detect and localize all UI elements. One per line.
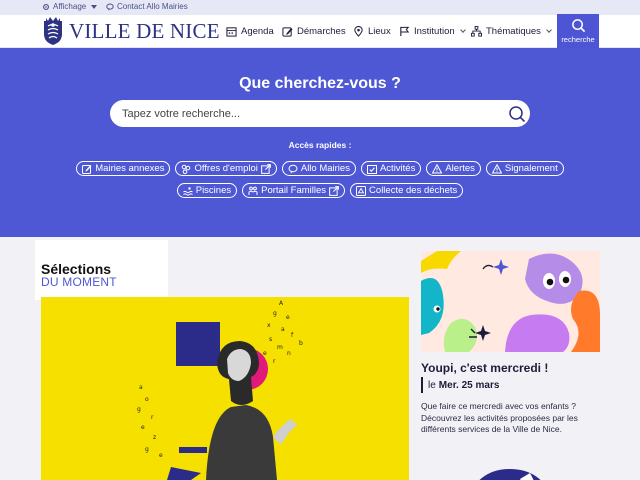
- chat-icon: [106, 3, 114, 11]
- warning-icon: [491, 163, 502, 173]
- search-button-label: recherche: [561, 35, 595, 44]
- contact-label: Contact Allo Mairies: [117, 2, 188, 11]
- svg-text:g: g: [137, 406, 141, 413]
- recycle-icon: [356, 185, 367, 196]
- nav-thematiques[interactable]: Thématiques: [471, 15, 552, 48]
- chip-label: Mairies annexes: [95, 163, 165, 174]
- search-icon: [508, 105, 525, 122]
- featured-article-image[interactable]: Age xas fme nrb aog rez ge: [41, 297, 409, 480]
- main-content: Sélections DU MOMENT Age xas fme nrb aog…: [0, 237, 640, 480]
- chip-piscines[interactable]: Piscines: [176, 183, 238, 198]
- quick-access-row-2: Piscines Portail Familles Collecte des d…: [0, 183, 640, 198]
- chip-label: Signalement: [504, 163, 558, 174]
- affichage-menu[interactable]: Affichage: [42, 2, 98, 11]
- contact-link[interactable]: Contact Allo Mairies: [106, 2, 188, 11]
- chip-portail-familles[interactable]: Portail Familles: [242, 183, 346, 198]
- nav-institution-label: Institution: [414, 26, 455, 37]
- nav-lieux-label: Lieux: [368, 26, 391, 37]
- chip-alertes[interactable]: Alertes: [426, 161, 481, 176]
- site-logo[interactable]: VILLE DE NICE: [41, 16, 220, 46]
- svg-text:g: g: [273, 310, 277, 317]
- external-link-icon: [329, 185, 339, 196]
- chevron-down-icon: [546, 27, 552, 33]
- city-crest-icon: [44, 17, 62, 45]
- chip-collecte-dechets[interactable]: Collecte des déchets: [350, 183, 464, 198]
- chip-label: Collecte des déchets: [369, 185, 458, 196]
- svg-text:s: s: [269, 336, 272, 343]
- svg-text:m: m: [277, 344, 283, 351]
- svg-text:a: a: [281, 326, 285, 333]
- svg-text:g: g: [145, 446, 149, 453]
- settings-icon: [43, 3, 49, 10]
- svg-text:x: x: [267, 322, 271, 329]
- chevron-down-icon: [459, 27, 466, 33]
- hierarchy-icon: [471, 26, 482, 37]
- hero-title: Que cherchez-vous ?: [239, 75, 401, 92]
- date-value: Mer. 25 mars: [438, 379, 500, 391]
- edit-icon: [82, 164, 92, 174]
- caret-down-icon: [91, 4, 98, 9]
- site-header: VILLE DE NICE Agenda Démarches Lieux Ins…: [0, 14, 640, 48]
- svg-text:e: e: [141, 424, 145, 431]
- selections-subtitle: DU MOMENT: [41, 275, 117, 289]
- side-illustration: [421, 251, 600, 352]
- family-icon: [248, 186, 258, 195]
- flag-icon: [400, 26, 410, 37]
- side-article-title[interactable]: Youpi, c'est mercredi !: [421, 361, 548, 375]
- nav-thematiques-label: Thématiques: [486, 26, 541, 37]
- svg-text:z: z: [153, 434, 156, 441]
- side-article-description: Que faire ce mercredi avec vos enfants ?…: [421, 401, 578, 434]
- nav-lieux[interactable]: Lieux: [353, 15, 391, 48]
- warning-icon: [432, 163, 443, 173]
- calendar-icon: [226, 27, 237, 37]
- side-article-image[interactable]: [421, 251, 600, 352]
- svg-text:o: o: [145, 396, 149, 403]
- chip-label: Portail Familles: [261, 185, 327, 196]
- svg-text:e: e: [263, 350, 267, 357]
- chat-icon: [288, 164, 298, 173]
- nav-institution[interactable]: Institution: [399, 15, 466, 48]
- edit-icon: [282, 27, 293, 37]
- utility-bar: Affichage Contact Allo Mairies: [0, 0, 640, 15]
- svg-text:e: e: [159, 452, 163, 459]
- chip-offres-emploi[interactable]: Offres d'emploi: [175, 161, 277, 176]
- quick-access-row-1: Mairies annexes Offres d'emploi Allo Mai…: [0, 161, 640, 176]
- search-input[interactable]: [122, 100, 502, 127]
- header-search-button[interactable]: recherche: [557, 14, 599, 48]
- hero-search-section: Que cherchez-vous ? Accès rapides : Mair…: [0, 48, 640, 237]
- nav-demarches-label: Démarches: [297, 26, 346, 37]
- chip-label: Allo Mairies: [300, 163, 350, 174]
- next-article-image[interactable]: [440, 467, 580, 480]
- swimming-icon: [182, 186, 193, 196]
- chip-label: Piscines: [195, 185, 232, 196]
- affichage-label: Affichage: [53, 2, 87, 11]
- map-pin-icon: [354, 26, 363, 37]
- nav-agenda-label: Agenda: [241, 26, 274, 37]
- logo-text: VILLE DE NICE: [69, 18, 220, 43]
- svg-text:b: b: [299, 340, 303, 347]
- date-prefix: le: [428, 379, 436, 391]
- quick-access-label: Accès rapides :: [288, 140, 352, 150]
- chip-activites[interactable]: Activités: [360, 161, 422, 176]
- svg-text:n: n: [287, 350, 291, 357]
- search-submit-button[interactable]: [505, 102, 528, 125]
- chip-allo-mairies[interactable]: Allo Mairies: [281, 161, 356, 176]
- chip-signalement[interactable]: Signalement: [485, 161, 564, 176]
- nav-agenda[interactable]: Agenda: [226, 15, 274, 48]
- side-article-date: le Mer. 25 mars: [421, 377, 499, 393]
- external-link-icon: [260, 163, 271, 174]
- chip-label: Activités: [379, 163, 416, 174]
- hero-search-box: [110, 100, 530, 127]
- chip-label: Alertes: [445, 163, 475, 174]
- calendar-check-icon: [366, 164, 377, 174]
- search-icon: [571, 19, 585, 33]
- featured-illustration: Age xas fme nrb aog rez ge: [41, 297, 409, 480]
- svg-text:e: e: [286, 314, 290, 321]
- people-icon: [182, 164, 191, 174]
- chip-label: Offres d'emploi: [194, 163, 258, 174]
- nav-demarches[interactable]: Démarches: [282, 15, 346, 48]
- chip-mairies-annexes[interactable]: Mairies annexes: [76, 161, 171, 176]
- next-article-shape: [479, 469, 541, 480]
- svg-text:a: a: [139, 384, 143, 391]
